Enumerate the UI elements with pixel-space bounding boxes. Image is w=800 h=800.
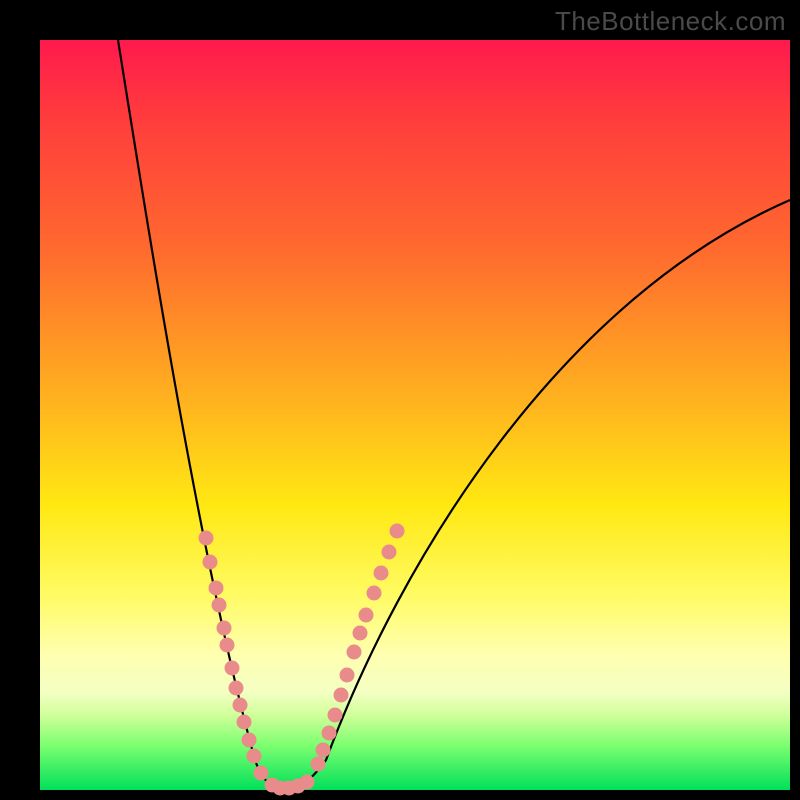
data-dot: [347, 645, 362, 660]
chart-frame: TheBottleneck.com: [0, 0, 800, 800]
data-dot: [382, 545, 397, 560]
data-dot: [334, 688, 349, 703]
data-dot: [328, 708, 343, 723]
data-dot: [390, 524, 405, 539]
data-dot: [353, 626, 368, 641]
data-dot: [300, 775, 315, 790]
data-dot: [359, 608, 374, 623]
data-dot: [316, 743, 331, 758]
data-dot: [225, 661, 240, 676]
data-dot: [237, 715, 252, 730]
data-dot: [242, 733, 257, 748]
data-dot: [247, 749, 262, 764]
data-dot: [229, 681, 244, 696]
data-dot: [203, 555, 218, 570]
bottleneck-curve: [118, 40, 790, 788]
data-dot: [374, 566, 389, 581]
data-dot: [220, 638, 235, 653]
data-dot: [233, 698, 248, 713]
curve-layer: [40, 40, 790, 790]
data-dot: [254, 766, 269, 781]
data-dot: [212, 598, 227, 613]
data-dot: [340, 668, 355, 683]
watermark-text: TheBottleneck.com: [555, 6, 786, 37]
data-dot: [322, 726, 337, 741]
data-dot: [367, 586, 382, 601]
data-dot: [209, 581, 224, 596]
data-dot: [199, 531, 214, 546]
data-dot: [217, 621, 232, 636]
data-dot: [311, 757, 326, 772]
plot-area: [40, 40, 790, 790]
